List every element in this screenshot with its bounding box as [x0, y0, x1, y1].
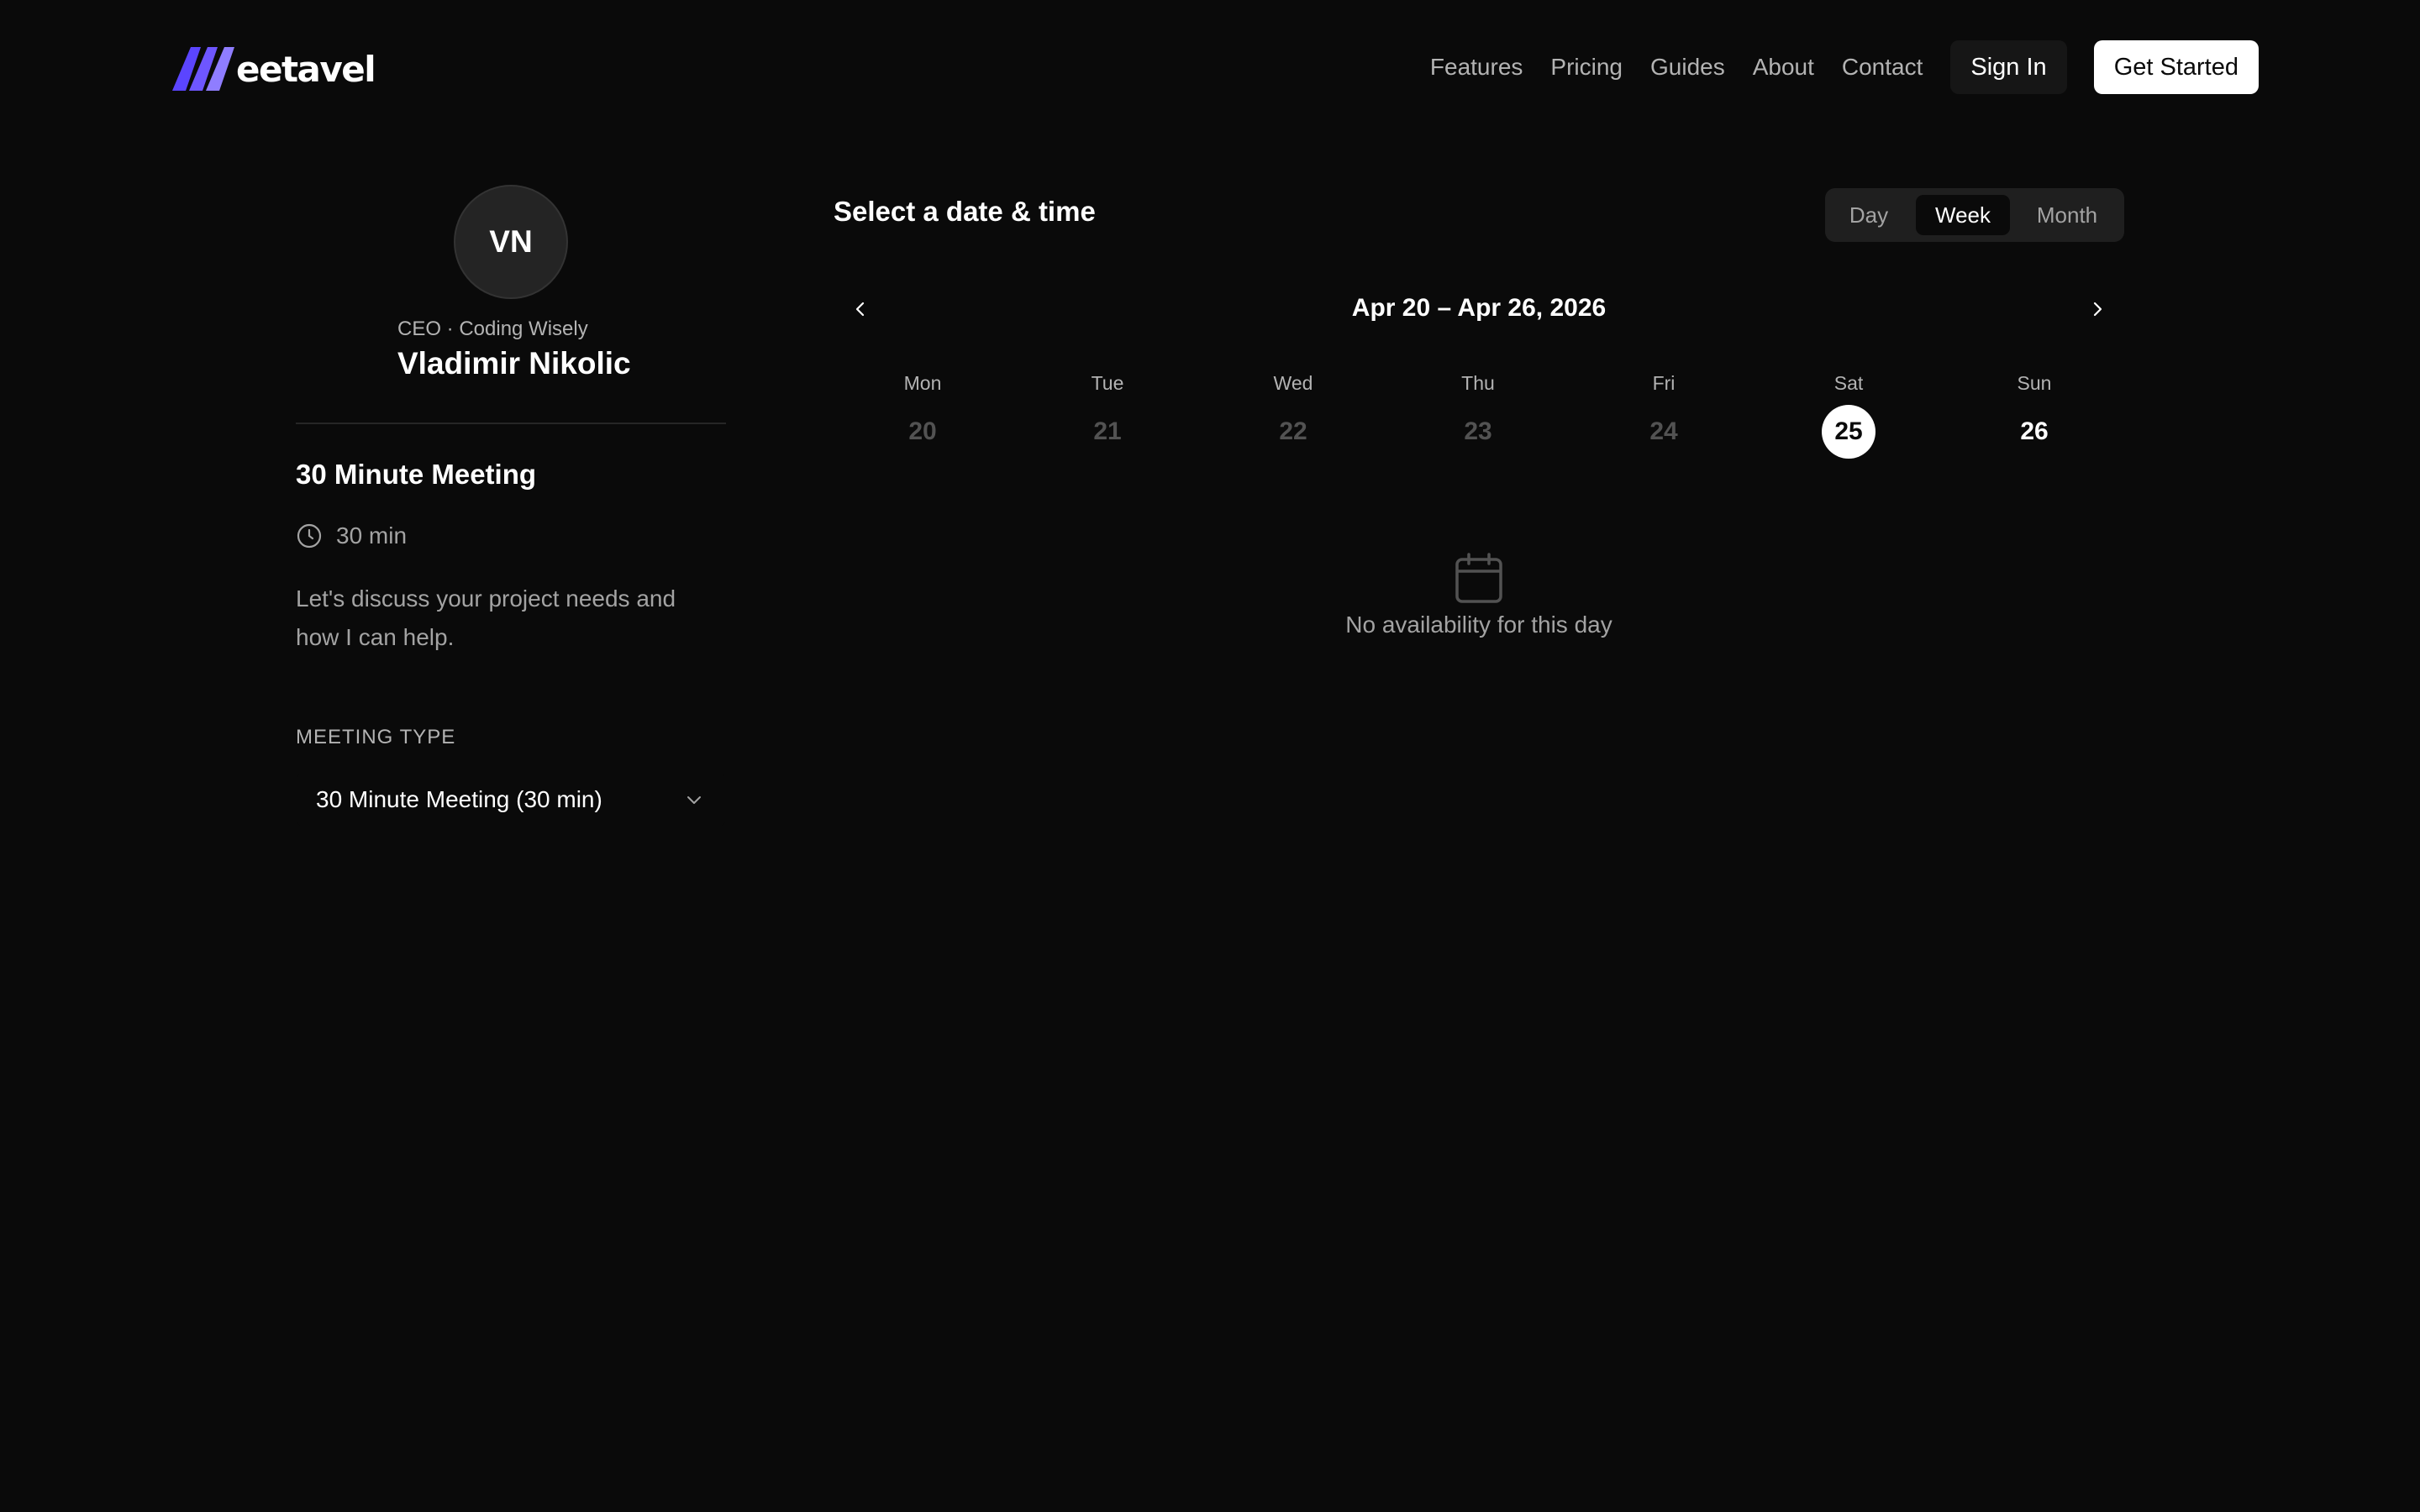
meeting-duration: 30 min: [296, 521, 407, 551]
day-number-20: 20: [908, 417, 937, 445]
divider: [296, 423, 726, 424]
day-name: Fri: [1652, 372, 1676, 394]
top-navbar: eetavel Features Pricing Guides About Co…: [0, 0, 2420, 134]
date-range-label: Apr 20 – Apr 26, 2026: [1351, 294, 1607, 322]
nav-link-pricing[interactable]: Pricing: [1550, 40, 1623, 94]
host-name: Vladimir Nikolic: [397, 346, 631, 381]
day-name: Mon: [903, 372, 942, 394]
host-subtitle: CEO · Coding Wisely: [397, 318, 588, 340]
meeting-type-select[interactable]: 30 Minute Meeting (30 min): [296, 773, 726, 827]
meeting-description: Let's discuss your project needs and how…: [296, 585, 676, 650]
main-nav: Features Pricing Guides About Contact Si…: [1430, 40, 2259, 94]
day-number-21: 21: [1093, 417, 1122, 445]
meeting-type-value: 30 Minute Meeting (30 min): [316, 786, 602, 812]
get-started-button[interactable]: Get Started: [2093, 40, 2259, 94]
nav-link-about[interactable]: About: [1753, 40, 1814, 94]
next-week-button[interactable]: [2081, 292, 2114, 326]
day-number-25-selected[interactable]: 25: [1822, 405, 1876, 459]
day-column-mon: Mon 20: [864, 370, 981, 462]
day-column-sun: Sun 26: [1975, 370, 2093, 462]
view-month-button[interactable]: Month: [2017, 195, 2118, 235]
view-toggle: Day Week Month: [1825, 188, 2124, 242]
clock-icon: [297, 523, 322, 549]
calendar-title: Select a date & time: [834, 196, 1096, 227]
day-number-24: 24: [1649, 417, 1678, 445]
day-column-sat: Sat 25: [1790, 370, 1907, 462]
day-column-thu: Thu 23: [1419, 370, 1537, 462]
avatar: VN: [454, 185, 568, 299]
nav-link-guides[interactable]: Guides: [1650, 40, 1725, 94]
meeting-type-label: MEETING TYPE: [296, 726, 456, 748]
duration-text: 30 min: [336, 522, 408, 549]
empty-state-text: No availability for this day: [1345, 612, 1612, 638]
previous-week-button[interactable]: [844, 292, 877, 326]
logo-mark-icon: [172, 47, 234, 91]
empty-state: No availability for this day: [1227, 553, 1731, 638]
sign-in-button[interactable]: Sign In: [1950, 40, 2067, 94]
view-week-button[interactable]: Week: [1916, 195, 2010, 235]
brand-logo[interactable]: eetavel: [172, 44, 376, 91]
day-name: Sun: [2017, 372, 2052, 394]
day-column-wed: Wed 22: [1234, 370, 1352, 462]
day-number-22: 22: [1279, 417, 1307, 445]
day-column-fri: Fri 24: [1605, 370, 1723, 462]
chevron-left-icon: [855, 302, 865, 317]
calendar-icon: [1455, 553, 1502, 603]
nav-link-contact[interactable]: Contact: [1842, 40, 1923, 94]
meeting-title: 30 Minute Meeting: [296, 459, 537, 490]
day-number-23: 23: [1464, 417, 1492, 445]
day-name: Thu: [1461, 372, 1495, 394]
day-number-26[interactable]: 26: [2007, 405, 2061, 459]
day-name: Wed: [1273, 372, 1313, 394]
view-day-button[interactable]: Day: [1833, 195, 1904, 235]
day-column-tue: Tue 21: [1049, 370, 1166, 462]
day-name: Sat: [1833, 372, 1864, 394]
booking-page: eetavel Features Pricing Guides About Co…: [0, 0, 2420, 1512]
brand-name: eetavel: [236, 49, 376, 90]
nav-link-features[interactable]: Features: [1430, 40, 1523, 94]
day-name: Tue: [1091, 372, 1124, 394]
chevron-right-icon: [2093, 302, 2102, 317]
chevron-down-icon: [687, 796, 701, 804]
